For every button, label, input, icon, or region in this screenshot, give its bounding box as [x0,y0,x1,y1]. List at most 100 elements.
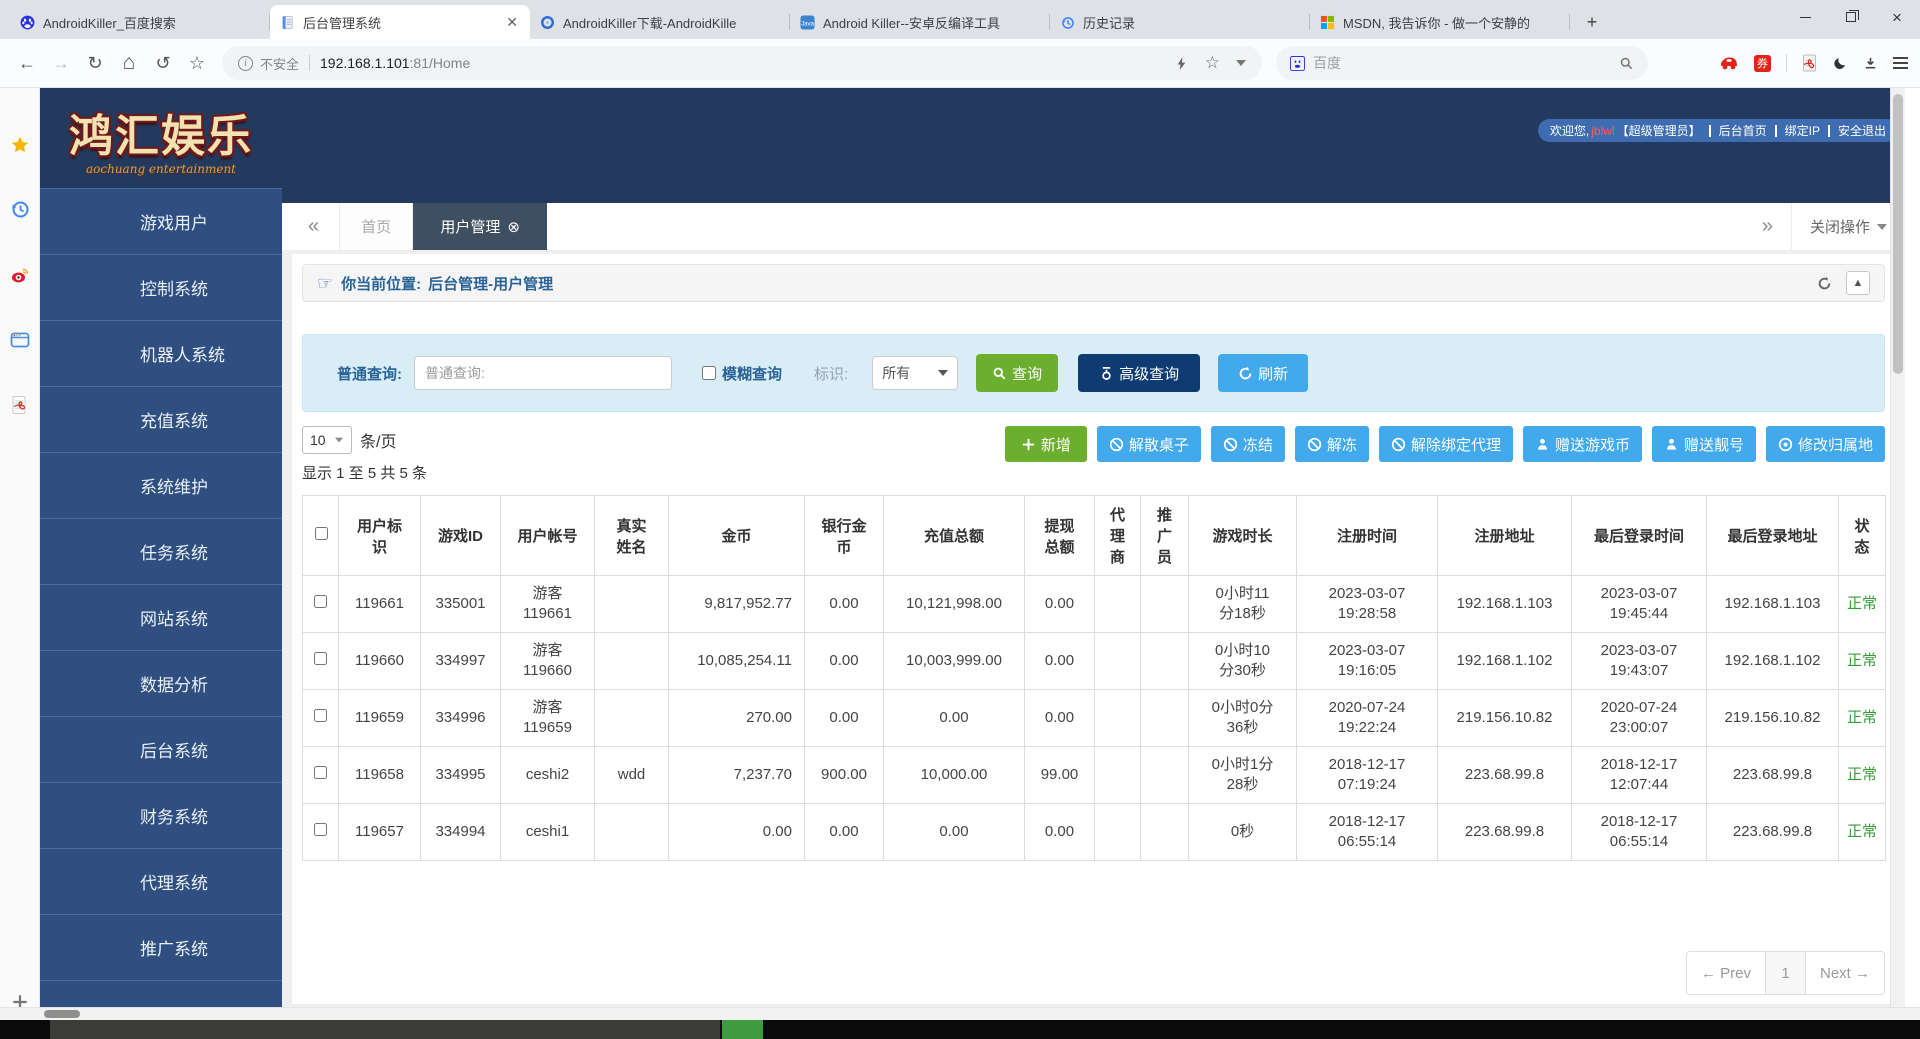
browser-window-icon[interactable] [9,329,31,351]
sidebar-item-7[interactable]: 网站系统 [40,584,282,650]
next-page-button[interactable]: Next → [1805,952,1884,994]
toolbar-button-6[interactable]: 赠送游戏币 [1523,426,1642,462]
sidebar-item-6[interactable]: 任务系统 [40,518,282,584]
url-field[interactable]: i 不安全 192.168.1.101 :81/Home ☆ [222,46,1262,80]
pdf-extension-icon[interactable] [1802,54,1818,72]
coupon-extension-icon[interactable]: 券 [1754,55,1771,72]
toolbar-button-4[interactable]: 解冻 [1295,426,1369,462]
sidebar-item-partial[interactable] [40,980,282,1007]
search-box[interactable]: 百度 [1276,46,1648,80]
toolbar-button-5[interactable]: 解除绑定代理 [1379,426,1513,462]
collapse-panel-button[interactable]: ▲ [1846,271,1870,295]
sidebar-item-10[interactable]: 财务系统 [40,782,282,848]
row-checkbox[interactable] [314,766,327,779]
toolbar-button-1[interactable]: 新增 [1005,426,1087,462]
row-checkbox[interactable] [314,709,327,722]
cell [1095,804,1141,861]
sidebar-item-11[interactable]: 代理系统 [40,848,282,914]
minimize-button[interactable] [1782,0,1828,34]
browser-tab-3[interactable]: AndroidKiller下载-AndroidKille [530,5,790,39]
plus-icon [1021,437,1036,452]
row-checkbox[interactable] [314,652,327,665]
quick-action-bolt-icon[interactable] [1174,56,1189,71]
favorites-star-icon[interactable] [9,134,31,156]
scrollbar-thumb[interactable] [44,1010,80,1018]
horizontal-scrollbar[interactable] [0,1007,1920,1020]
toolbar-button-3[interactable]: 冻结 [1211,426,1285,462]
link-backstage-home[interactable]: 后台首页 [1719,122,1767,139]
download-icon[interactable] [1863,56,1878,71]
refresh-button[interactable]: 刷新 [1218,354,1308,392]
weibo-icon[interactable] [9,264,31,286]
toolbar-button-8[interactable]: 修改归属地 [1766,426,1885,462]
recent-icon[interactable]: ↺ [148,48,178,78]
browser-tab-2[interactable]: 后台管理系统✕ [270,5,530,39]
row-checkbox[interactable] [314,823,327,836]
home-icon[interactable]: ⌂ [114,48,144,78]
pdf-doc-icon[interactable] [9,394,31,416]
divider [1828,125,1830,137]
refresh-icon [1238,366,1253,381]
cell: 119659 [339,690,421,747]
search-button[interactable]: 查询 [976,354,1058,392]
browser-tab-1[interactable]: AndroidKiller_百度搜索 [10,5,270,39]
page-number-1[interactable]: 1 [1765,952,1805,994]
prev-page-button[interactable]: ← Prev [1687,952,1765,994]
bookmark-star-icon[interactable]: ☆ [182,48,212,78]
site-info-icon[interactable]: i [238,56,253,71]
forward-icon[interactable]: → [46,48,76,78]
history-clock-icon[interactable] [9,198,31,220]
tab-close-icon[interactable]: ✕ [504,14,520,31]
close-window-button[interactable]: × [1874,0,1920,34]
scroll-tabs-right-icon[interactable]: » [1762,215,1773,238]
search-icon[interactable] [1619,56,1634,71]
select-all-checkbox[interactable] [315,527,328,540]
sidebar-item-3[interactable]: 机器人系统 [40,320,282,386]
favorite-star-icon[interactable]: ☆ [1205,53,1220,73]
row-checkbox[interactable] [314,595,327,608]
tab-user-management[interactable]: 用户管理 ⊗ [413,203,547,250]
query-input[interactable] [414,356,672,390]
link-bind-ip[interactable]: 绑定IP [1785,122,1820,139]
reload-icon[interactable]: ↻ [80,48,110,78]
sidebar-item-8[interactable]: 数据分析 [40,650,282,716]
cell: 192.168.1.103 [1438,576,1572,633]
refresh-icon[interactable] [1817,276,1832,291]
flag-select[interactable]: 所有 [872,356,958,390]
sidebar-item-9[interactable]: 后台系统 [40,716,282,782]
scroll-tabs-left-icon[interactable]: « [308,215,319,238]
close-operations-dropdown[interactable]: 关闭操作 [1791,203,1905,250]
browser-tab-6[interactable]: MSDN, 我告诉你 - 做一个安静的 [1310,5,1570,39]
restore-button[interactable] [1828,0,1874,34]
column-header-15: 最后登录地址 [1707,496,1839,576]
shopping-extension-icon[interactable] [1719,55,1739,71]
scrollbar-thumb[interactable] [1893,94,1903,374]
dark-mode-icon[interactable] [1833,56,1848,71]
sidebar-item-12[interactable]: 推广系统 [40,914,282,980]
sidebar-item-4[interactable]: 充值系统 [40,386,282,452]
tab-home[interactable]: 首页 [339,203,413,250]
sidebar-item-5[interactable]: 系统维护 [40,452,282,518]
toolbar-button-7[interactable]: 赠送靓号 [1652,426,1756,462]
back-icon[interactable]: ← [12,48,42,78]
fuzzy-checkbox[interactable] [702,366,716,380]
taskbar-active-app[interactable] [722,1020,763,1039]
tab-close-icon[interactable]: ⊗ [507,218,520,236]
sidebar-item-2[interactable]: 控制系统 [40,254,282,320]
browser-menu-icon[interactable] [1893,57,1908,69]
cell [595,633,669,690]
link-safe-logout[interactable]: 安全退出 [1838,122,1886,139]
taskbar-window-segment[interactable] [50,1020,720,1039]
cell: ceshi2 [501,747,595,804]
advanced-search-button[interactable]: 高级查询 [1078,354,1200,392]
sidebar-item-1[interactable]: 游戏用户 [40,188,282,254]
browser-address-bar: ← → ↻ ⌂ ↺ ☆ i 不安全 192.168.1.101 :81/Home… [0,39,1920,88]
doc-favicon-icon [280,15,295,30]
toolbar-button-2[interactable]: 解散桌子 [1097,426,1201,462]
vertical-scrollbar[interactable] [1890,88,1905,1007]
page-size-select[interactable]: 10 [302,426,352,454]
url-dropdown-icon[interactable] [1236,60,1246,66]
browser-tab-5[interactable]: 历史记录 [1050,5,1310,39]
browser-tab-4[interactable]: Java Android Killer--安卓反编译工具 [790,5,1050,39]
new-tab-button[interactable]: + [1578,8,1606,36]
